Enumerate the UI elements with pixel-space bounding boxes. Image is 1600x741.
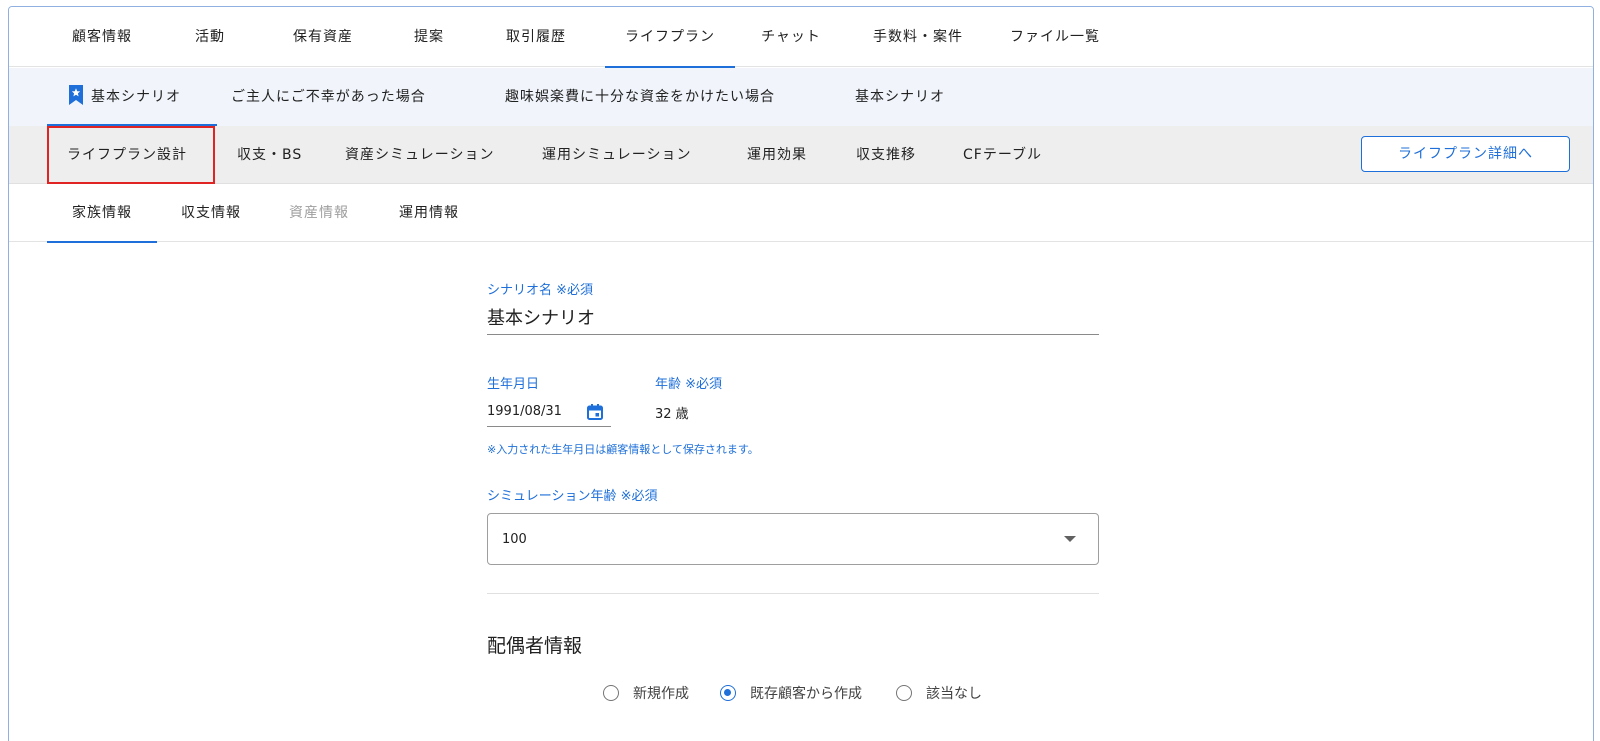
radio-checked-icon — [720, 685, 736, 701]
info-tab-income[interactable]: 収支情報 — [173, 184, 249, 242]
chevron-down-icon — [1064, 536, 1076, 542]
radio-label: 既存顧客から作成 — [750, 686, 862, 702]
spouse-section-title: 配偶者情報 — [487, 635, 583, 657]
info-tab-assets: 資産情報 — [289, 205, 349, 221]
subtab-life-plan-design[interactable]: ライフプラン設計 — [67, 126, 187, 184]
radio-not-applicable[interactable]: 該当なし — [896, 683, 982, 703]
tab-file-list[interactable]: ファイル一覧 — [997, 7, 1113, 67]
calendar-icon[interactable] — [587, 404, 603, 420]
info-tab-family[interactable]: 家族情報 — [47, 184, 157, 243]
scenario-tab-basic[interactable]: 基本シナリオ — [855, 68, 945, 126]
scenario-tab-basic-active[interactable]: 基本シナリオ — [47, 68, 217, 126]
info-tab-bar: 家族情報 収支情報 資産情報 運用情報 — [9, 184, 1593, 243]
birthdate-input[interactable]: 1991/08/31 — [487, 399, 611, 427]
radio-label: 該当なし — [926, 686, 982, 702]
radio-new[interactable]: 新規作成 — [603, 683, 689, 703]
section-divider — [487, 593, 1099, 594]
top-tab-bar: 顧客情報 活動 保有資産 提案 取引履歴 ライフプラン チャット 手数料・案件 … — [9, 7, 1593, 68]
bookmark-star-icon — [69, 85, 83, 105]
subtab-investment-simulation[interactable]: 運用シミュレーション — [542, 126, 691, 184]
tab-fees-cases[interactable]: 手数料・案件 — [861, 7, 975, 67]
tab-proposal[interactable]: 提案 — [403, 7, 455, 67]
birthdate-value: 1991/08/31 — [487, 404, 562, 419]
radio-label: 新規作成 — [633, 686, 689, 702]
tab-holdings[interactable]: 保有資産 — [277, 7, 369, 67]
scenario-tab-hobby-funds[interactable]: 趣味娯楽費に十分な資金をかけたい場合 — [505, 68, 775, 126]
subtab-bar: ライフプラン設計 収支・BS 資産シミュレーション 運用シミュレーション 運用効… — [9, 126, 1593, 184]
tab-transaction-history[interactable]: 取引履歴 — [491, 7, 581, 67]
tab-life-plan[interactable]: ライフプラン — [605, 7, 735, 68]
app-frame: 顧客情報 活動 保有資産 提案 取引履歴 ライフプラン チャット 手数料・案件 … — [8, 6, 1594, 741]
tab-customer-info[interactable]: 顧客情報 — [57, 7, 147, 67]
scenario-tab-husband-misfortune[interactable]: ご主人にご不幸があった場合 — [231, 68, 426, 126]
radio-circle-icon — [603, 685, 619, 701]
scenario-tab-bar: 基本シナリオ ご主人にご不幸があった場合 趣味娯楽費に十分な資金をかけたい場合 … — [9, 68, 1593, 126]
subtab-asset-simulation[interactable]: 資産シミュレーション — [345, 126, 494, 184]
age-label: 年齢 ※必須 — [655, 377, 723, 392]
radio-existing-customer[interactable]: 既存顧客から作成 — [720, 683, 862, 703]
scenario-name-label: シナリオ名 ※必須 — [487, 283, 594, 298]
life-plan-detail-button[interactable]: ライフプラン詳細へ — [1361, 136, 1570, 172]
simulation-age-value: 100 — [502, 532, 527, 547]
scenario-tab-label: 基本シナリオ — [91, 89, 181, 105]
simulation-age-label: シミュレーション年齢 ※必須 — [487, 489, 658, 504]
birthdate-note: ※入力された生年月日は顧客情報として保存されます。 — [487, 443, 759, 456]
scenario-name-input[interactable]: 基本シナリオ — [487, 305, 1099, 335]
age-value: 32 歳 — [655, 407, 689, 422]
simulation-age-select[interactable]: 100 — [487, 513, 1099, 565]
subtab-cf-table[interactable]: CFテーブル — [963, 126, 1042, 184]
birthdate-label: 生年月日 — [487, 377, 540, 392]
subtab-investment-effect[interactable]: 運用効果 — [747, 126, 807, 184]
tab-activity[interactable]: 活動 — [175, 7, 245, 67]
radio-circle-icon — [896, 685, 912, 701]
info-tab-investment[interactable]: 運用情報 — [391, 184, 467, 242]
tab-chat[interactable]: チャット — [755, 7, 827, 67]
subtab-income-bs[interactable]: 収支・BS — [237, 126, 302, 184]
subtab-income-trend[interactable]: 収支推移 — [856, 126, 916, 184]
